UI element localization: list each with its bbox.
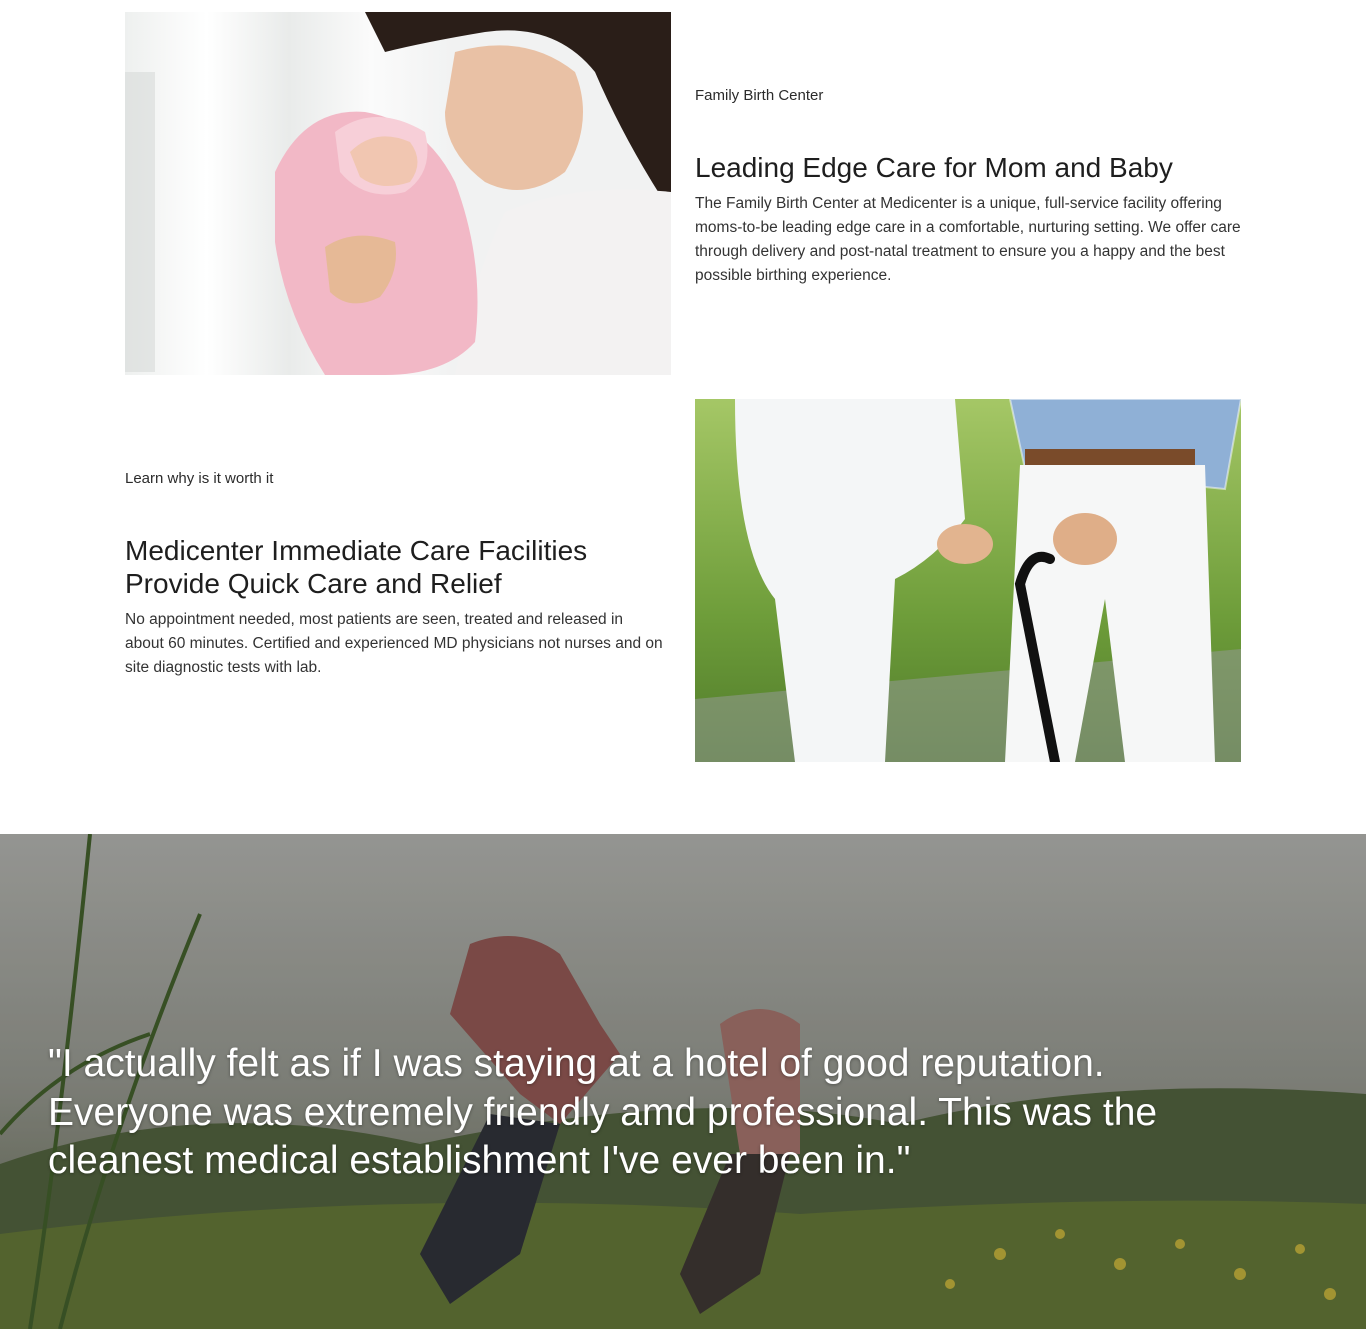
birth-center-section: Family Birth Center Leading Edge Care fo… bbox=[695, 86, 1245, 288]
testimonial-quote: "I actually felt as if I was staying at … bbox=[48, 1042, 1158, 1182]
birth-center-eyebrow: Family Birth Center bbox=[695, 87, 824, 104]
immediate-care-eyebrow: Learn why is it worth it bbox=[125, 470, 274, 487]
immediate-care-heading: Medicenter Immediate Care Facilities Pro… bbox=[125, 535, 588, 599]
immediate-care-section: Learn why is it worth it Medicenter Imme… bbox=[125, 469, 665, 680]
birth-center-heading: Leading Edge Care for Mom and Baby bbox=[695, 152, 1173, 183]
testimonial-banner: "I actually felt as if I was staying at … bbox=[0, 834, 1366, 1329]
immediate-care-description: No appointment needed, most patients are… bbox=[125, 611, 663, 676]
birth-center-description: The Family Birth Center at Medicenter is… bbox=[695, 195, 1241, 284]
mother-baby-photo bbox=[125, 12, 671, 375]
doctor-elderly-patient-photo bbox=[695, 399, 1241, 762]
